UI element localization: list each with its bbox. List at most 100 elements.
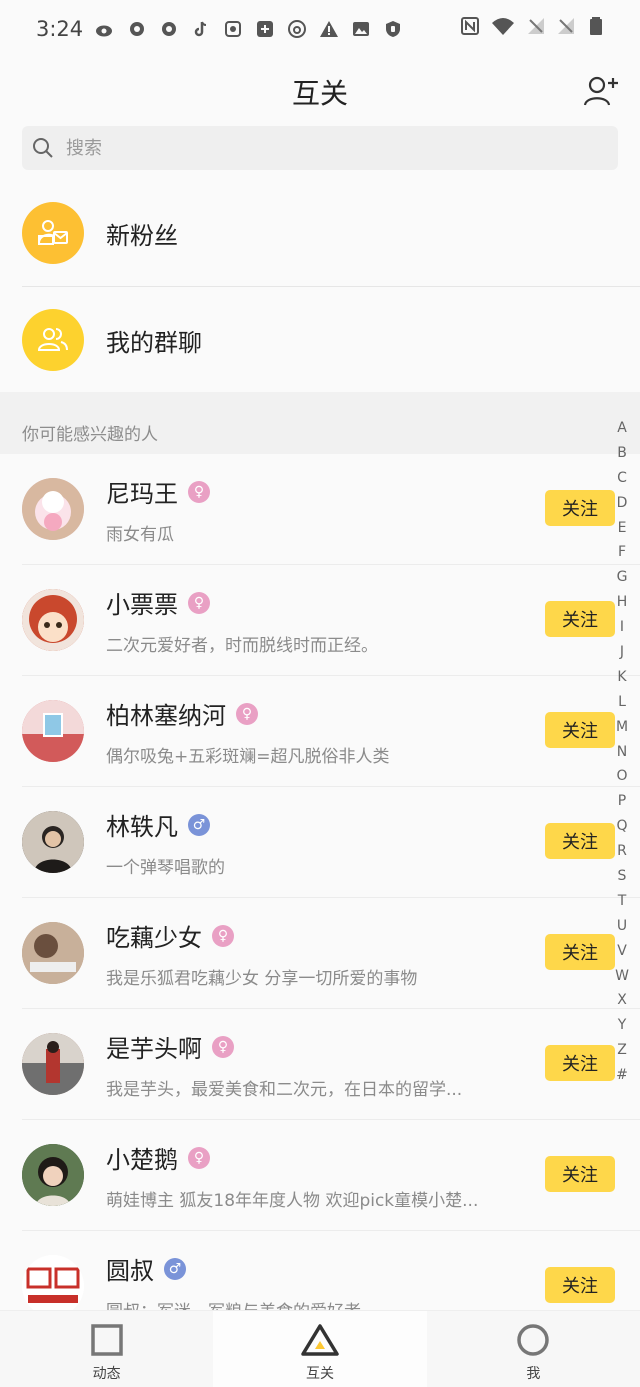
follow-button[interactable]: 关注 [545, 490, 615, 526]
name-line: 圆叔 ♂ [106, 1251, 186, 1286]
avatar[interactable] [22, 700, 84, 762]
index-letter[interactable]: T [618, 889, 627, 914]
index-letter[interactable]: E [618, 516, 627, 541]
alphabet-index[interactable]: A B C D E F G H I J K L M N O P Q R S T … [610, 416, 634, 1088]
nav-feed[interactable]: 动态 [0, 1311, 213, 1387]
search-bar[interactable] [22, 126, 618, 170]
user-name: 是芋头啊 [106, 1035, 202, 1063]
add-friend-icon[interactable] [582, 72, 622, 112]
avatar[interactable] [22, 478, 84, 540]
avatar[interactable] [22, 811, 84, 873]
follow-button[interactable]: 关注 [545, 823, 615, 859]
user-row[interactable]: 林轶凡 ♂ 一个弹琴唱歌的 关注 [22, 787, 640, 898]
user-bio: 雨女有瓜 [106, 525, 174, 545]
index-letter[interactable]: N [617, 740, 627, 765]
male-icon: ♂ [164, 1257, 186, 1280]
avatar[interactable] [22, 922, 84, 984]
nav-me[interactable]: 我 [427, 1311, 640, 1387]
user-name: 小票票 [106, 591, 178, 619]
tiktok-icon [194, 21, 207, 37]
name-line: 是芋头啊 ♀ [106, 1029, 234, 1064]
user-row[interactable]: 柏林塞纳河 ♀ 偶尔吸兔+五彩斑斓=超凡脱俗非人类 关注 [22, 676, 640, 787]
index-letter[interactable]: P [618, 789, 626, 814]
user-name: 小楚鹅 [106, 1146, 178, 1174]
index-letter[interactable]: # [616, 1063, 628, 1088]
index-letter[interactable]: K [617, 665, 626, 690]
index-letter[interactable]: G [617, 565, 628, 590]
nav-label: 互关 [305, 1366, 334, 1382]
image-icon [353, 22, 370, 36]
index-letter[interactable]: W [615, 964, 629, 989]
user-row[interactable]: 吃藕少女 ♀ 我是乐狐君吃藕少女 分享一切所爱的事物 关注 [22, 898, 640, 1009]
user-row[interactable]: 小楚鹅 ♀ 萌娃博主 狐友18年年度人物 欢迎pick童模小楚... 关注 [22, 1120, 640, 1231]
no-signal-icon [528, 18, 544, 34]
index-letter[interactable]: L [618, 690, 626, 715]
index-letter[interactable]: R [617, 839, 627, 864]
index-letter[interactable]: Z [617, 1038, 627, 1063]
name-line: 柏林塞纳河 ♀ [106, 696, 258, 731]
user-bio: 一个弹琴唱歌的 [106, 858, 225, 878]
avatar[interactable] [22, 1033, 84, 1095]
avatar[interactable] [22, 589, 84, 651]
follow-button[interactable]: 关注 [545, 1156, 615, 1192]
suggested-users-list: 尼玛王 ♀ 雨女有瓜 关注 小票票 ♀ 二次元爱好者，时而脱线时而正经。 关注 … [0, 454, 640, 1342]
female-icon: ♀ [188, 480, 210, 503]
female-icon: ♀ [188, 591, 210, 614]
user-row[interactable]: 尼玛王 ♀ 雨女有瓜 关注 [22, 454, 640, 565]
nav-label: 我 [526, 1366, 541, 1382]
follow-button[interactable]: 关注 [545, 1267, 615, 1303]
index-letter[interactable]: D [617, 491, 628, 516]
follow-button[interactable]: 关注 [545, 934, 615, 970]
shield-icon [386, 21, 401, 37]
index-letter[interactable]: B [617, 441, 627, 466]
index-letter[interactable]: O [616, 764, 627, 789]
follow-button[interactable]: 关注 [545, 1045, 615, 1081]
female-icon: ♀ [236, 702, 258, 725]
warning-icon [320, 21, 339, 37]
index-letter[interactable]: S [618, 864, 627, 889]
index-letter[interactable]: C [617, 466, 627, 491]
index-letter[interactable]: M [616, 715, 628, 740]
user-name: 圆叔 [106, 1257, 154, 1285]
wifi-icon [492, 18, 514, 35]
index-letter[interactable]: V [617, 939, 627, 964]
user-bio: 我是乐狐君吃藕少女 分享一切所爱的事物 [106, 969, 418, 989]
battery-icon [590, 17, 602, 35]
nav-mutual[interactable]: 互关 [213, 1311, 427, 1387]
index-letter[interactable]: Y [618, 1013, 627, 1038]
new-fans-entry[interactable]: 新粉丝 [0, 180, 640, 286]
index-letter[interactable]: F [618, 540, 626, 565]
group-chat-entry[interactable]: 我的群聊 [0, 287, 640, 393]
user-bio: 二次元爱好者，时而脱线时而正经。 [106, 636, 378, 656]
user-bio: 偶尔吸兔+五彩斑斓=超凡脱俗非人类 [106, 747, 390, 767]
follow-button[interactable]: 关注 [545, 601, 615, 637]
no-signal-icon [558, 18, 574, 34]
group-chat-label: 我的群聊 [106, 328, 202, 357]
search-input[interactable] [66, 137, 566, 159]
index-letter[interactable]: X [617, 988, 627, 1013]
name-line: 吃藕少女 ♀ [106, 918, 234, 953]
name-line: 小票票 ♀ [106, 585, 210, 620]
name-line: 林轶凡 ♂ [106, 807, 210, 842]
index-letter[interactable]: Q [616, 814, 627, 839]
user-name: 尼玛王 [106, 480, 178, 508]
index-letter[interactable]: H [617, 590, 628, 615]
avatar[interactable] [22, 1255, 84, 1317]
page-title: 互关 [291, 77, 348, 110]
status-bar: 3:24 [0, 0, 640, 58]
weibo-icon [96, 25, 113, 37]
name-line: 小楚鹅 ♀ [106, 1140, 210, 1175]
user-row[interactable]: 是芋头啊 ♀ 我是芋头，最爱美食和二次元，在日本的留学... 关注 [22, 1009, 640, 1120]
user-name: 林轶凡 [106, 813, 178, 841]
index-letter[interactable]: J [620, 640, 624, 665]
nav-label: 动态 [92, 1366, 121, 1382]
index-letter[interactable]: I [620, 615, 624, 640]
index-letter[interactable]: U [617, 914, 627, 939]
follow-button[interactable]: 关注 [545, 712, 615, 748]
user-bio: 萌娃博主 狐友18年年度人物 欢迎pick童模小楚... [106, 1191, 479, 1211]
group-chat-icon [22, 309, 84, 371]
user-row[interactable]: 小票票 ♀ 二次元爱好者，时而脱线时而正经。 关注 [22, 565, 640, 676]
notification-icons [95, 19, 403, 39]
avatar[interactable] [22, 1144, 84, 1206]
index-letter[interactable]: A [617, 416, 627, 441]
